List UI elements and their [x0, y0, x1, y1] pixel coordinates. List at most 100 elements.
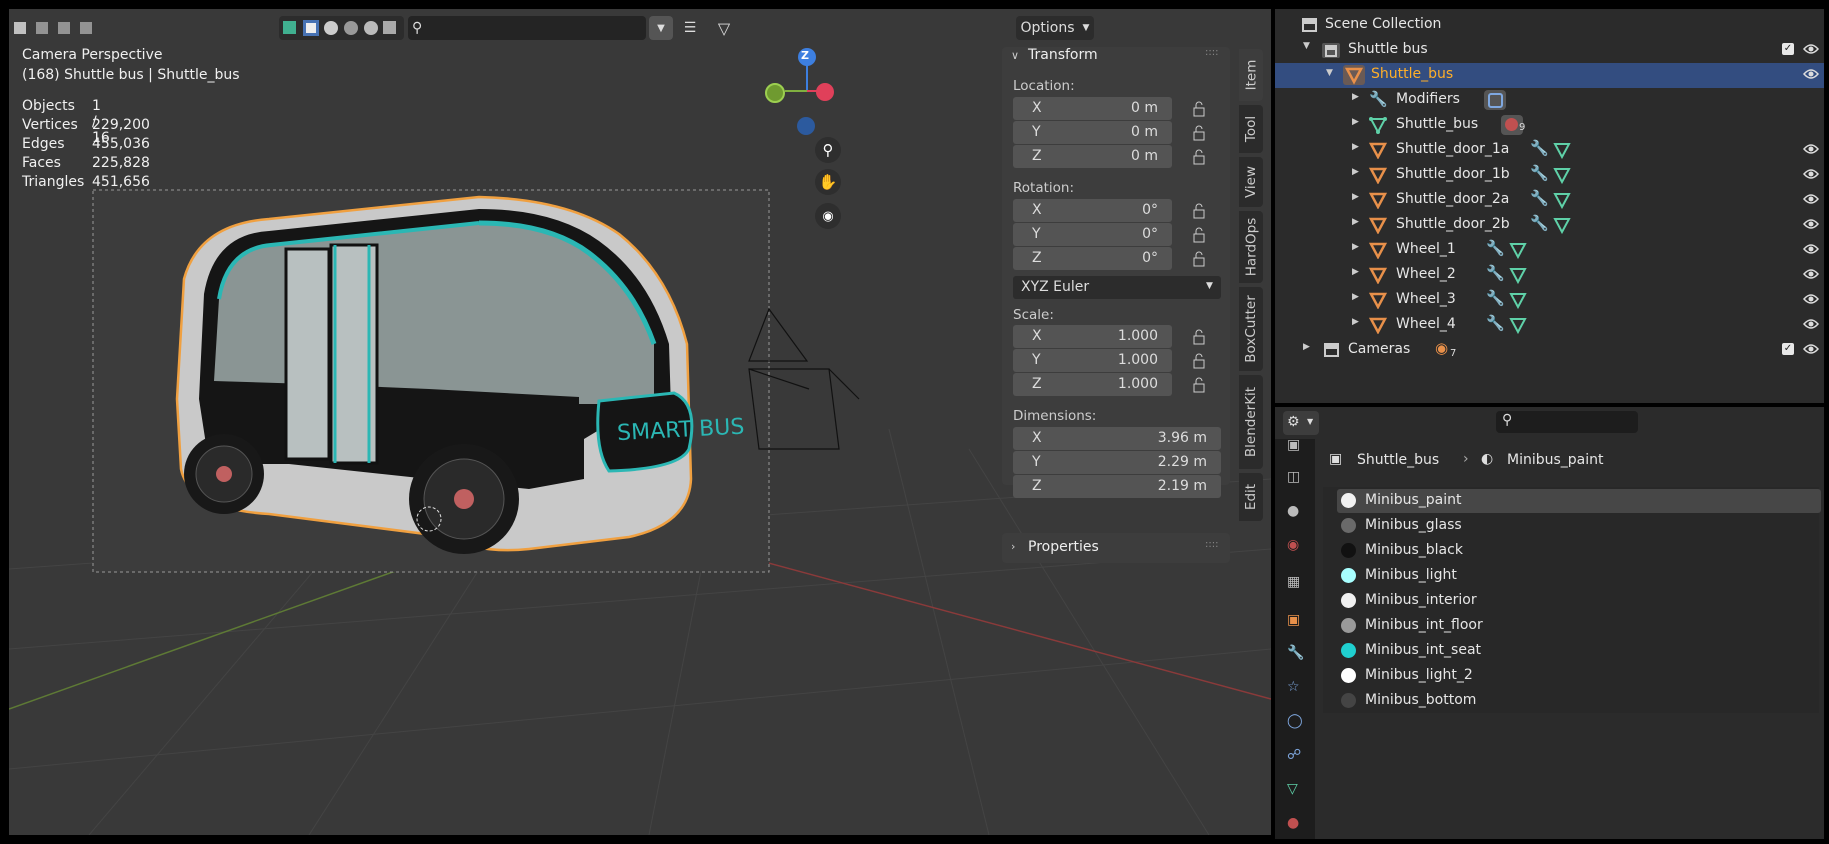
chevron-right-icon[interactable]: ▶: [1352, 317, 1359, 327]
material-slot[interactable]: Minibus_light: [1337, 564, 1821, 588]
camera-view-icon[interactable]: ◉: [815, 203, 841, 229]
chevron-right-icon[interactable]: ▶: [1352, 192, 1359, 202]
location-x-field[interactable]: X 0 m: [1013, 97, 1172, 120]
options-dropdown[interactable]: Options ▼: [1016, 16, 1094, 40]
editor-type-dropdown[interactable]: ⚙ ▼: [1283, 411, 1319, 435]
tab-boxcutter[interactable]: BoxCutter: [1239, 287, 1263, 371]
lock-icon[interactable]: [1192, 101, 1208, 117]
eye-icon[interactable]: [1803, 343, 1819, 355]
material-slot[interactable]: Minibus_bottom: [1337, 689, 1821, 713]
chevron-right-icon[interactable]: ▶: [1352, 167, 1359, 177]
rotation-y-field[interactable]: Y 0°: [1013, 223, 1172, 246]
output-tab-icon[interactable]: ◫: [1287, 469, 1305, 487]
physics-tab-icon[interactable]: ◯: [1287, 713, 1305, 731]
material-slot[interactable]: Minibus_black: [1337, 539, 1821, 563]
lock-icon[interactable]: [1192, 329, 1208, 345]
constraints-tab-icon[interactable]: ☍: [1287, 747, 1305, 765]
properties-search[interactable]: ⚲: [1496, 411, 1638, 433]
lock-icon[interactable]: [1192, 125, 1208, 141]
chevron-right-icon[interactable]: ▶: [1352, 242, 1359, 252]
lock-icon[interactable]: [1192, 149, 1208, 165]
lock-icon[interactable]: [1192, 377, 1208, 393]
outliner-row-wheel-2[interactable]: ▶ Wheel_2 🔧: [1275, 263, 1824, 288]
modifier-tab-icon[interactable]: 🔧: [1287, 645, 1305, 663]
properties-editor[interactable]: ⚙ ▼ ⚲ ▣ ◫ ● ◉ ▦ ▣ 🔧 ☆ ◯ ☍ ▽ ● ▣ Shuttle_…: [1271, 403, 1824, 839]
tab-edit[interactable]: Edit: [1239, 473, 1263, 521]
chevron-down-icon[interactable]: ▼: [1326, 68, 1333, 78]
material-slot[interactable]: Minibus_glass: [1337, 514, 1821, 538]
viewport-search[interactable]: ⚲: [408, 16, 646, 40]
rotation-mode-dropdown[interactable]: XYZ Euler ▼: [1013, 276, 1221, 299]
pan-hand-icon[interactable]: ✋: [815, 169, 841, 195]
outliner-row-door-1b[interactable]: ▶ Shuttle_door_1b 🔧: [1275, 163, 1824, 188]
chevron-down-icon[interactable]: ▼: [1303, 41, 1310, 51]
outliner-row-wheel-1[interactable]: ▶ Wheel_1 🔧: [1275, 238, 1824, 263]
eye-icon[interactable]: [1803, 243, 1819, 255]
material-slot-list[interactable]: Minibus_paint Minibus_glass Minibus_blac…: [1323, 487, 1821, 713]
lock-icon[interactable]: [1192, 227, 1208, 243]
chevron-right-icon[interactable]: ▶: [1352, 292, 1359, 302]
render-tab-icon[interactable]: ●: [1287, 503, 1305, 521]
eye-icon[interactable]: [1803, 318, 1819, 330]
outliner[interactable]: Scene Collection ▼ Shuttle bus ✓ ▼ Shutt…: [1271, 9, 1824, 403]
select-mode-buttons[interactable]: [9, 16, 101, 40]
outliner-row-modifiers[interactable]: ▶ 🔧 Modifiers: [1275, 88, 1824, 113]
location-z-field[interactable]: Z 0 m: [1013, 145, 1172, 168]
outliner-row-door-1a[interactable]: ▶ Shuttle_door_1a 🔧: [1275, 138, 1824, 163]
particles-tab-icon[interactable]: ☆: [1287, 679, 1305, 697]
dimensions-y-field[interactable]: Y 2.29 m: [1013, 451, 1221, 474]
outliner-row-shuttle-bus-collection[interactable]: ▼ Shuttle bus ✓: [1275, 38, 1824, 63]
data-tab-icon[interactable]: ▽: [1287, 781, 1305, 799]
scale-x-field[interactable]: X 1.000: [1013, 325, 1172, 348]
object-tab-icon[interactable]: ▣: [1287, 612, 1305, 630]
material-slot[interactable]: Minibus_light_2: [1337, 664, 1821, 688]
eye-icon[interactable]: [1803, 168, 1819, 180]
eye-icon[interactable]: [1803, 218, 1819, 230]
chevron-down-icon[interactable]: ∨: [1011, 49, 1019, 62]
rotation-z-field[interactable]: Z 0°: [1013, 247, 1172, 270]
outliner-row-wheel-3[interactable]: ▶ Wheel_3 🔧: [1275, 288, 1824, 313]
outliner-row-door-2b[interactable]: ▶ Shuttle_door_2b 🔧: [1275, 213, 1824, 238]
chevron-right-icon[interactable]: ▶: [1352, 117, 1359, 127]
filter-dropdown[interactable]: ▼: [649, 16, 673, 40]
shading-mode-buttons[interactable]: [279, 16, 404, 40]
drag-handle-icon[interactable]: ::::: [1205, 539, 1218, 550]
scale-y-field[interactable]: Y 1.000: [1013, 349, 1172, 372]
dimensions-x-field[interactable]: X 3.96 m: [1013, 427, 1221, 450]
chevron-right-icon[interactable]: ▶: [1352, 92, 1359, 102]
zoom-icon[interactable]: ⚲: [815, 137, 841, 163]
drag-handle-icon[interactable]: ::::: [1205, 47, 1218, 58]
material-slot[interactable]: Minibus_int_floor: [1337, 614, 1821, 638]
checkbox-icon[interactable]: ✓: [1782, 43, 1794, 55]
outliner-row-wheel-4[interactable]: ▶ Wheel_4 🔧: [1275, 313, 1824, 338]
world-tab-icon[interactable]: ◉: [1287, 537, 1305, 555]
eye-icon[interactable]: [1803, 43, 1819, 55]
tab-tool[interactable]: Tool: [1239, 105, 1263, 153]
outliner-row-shuttle-bus-object[interactable]: ▼ Shuttle_bus: [1275, 63, 1824, 88]
checkbox-icon[interactable]: ✓: [1782, 343, 1794, 355]
transform-title[interactable]: Transform: [1028, 47, 1098, 63]
location-y-field[interactable]: Y 0 m: [1013, 121, 1172, 144]
outliner-row-mesh-data[interactable]: ▶ Shuttle_bus 9: [1275, 113, 1824, 138]
lock-icon[interactable]: [1192, 353, 1208, 369]
outliner-row-door-2a[interactable]: ▶ Shuttle_door_2a 🔧: [1275, 188, 1824, 213]
tab-view[interactable]: View: [1239, 157, 1263, 207]
collection-tab-icon[interactable]: ▦: [1287, 574, 1305, 592]
eye-icon[interactable]: [1803, 193, 1819, 205]
funnel-icon[interactable]: ▽: [707, 16, 741, 40]
scale-z-field[interactable]: Z 1.000: [1013, 373, 1172, 396]
dimensions-z-field[interactable]: Z 2.19 m: [1013, 475, 1221, 498]
outliner-row-cameras-collection[interactable]: ▶ Cameras ◉ 7 ✓: [1275, 338, 1824, 363]
eye-icon[interactable]: [1803, 268, 1819, 280]
chevron-right-icon[interactable]: ▶: [1352, 142, 1359, 152]
search-input[interactable]: [422, 19, 627, 37]
rotation-x-field[interactable]: X 0°: [1013, 199, 1172, 222]
tab-item[interactable]: Item: [1239, 49, 1263, 101]
material-tab-icon[interactable]: ●: [1287, 815, 1305, 833]
outliner-row-scene-collection[interactable]: Scene Collection: [1275, 13, 1824, 38]
eye-icon[interactable]: [1803, 143, 1819, 155]
scene-tab-icon[interactable]: ▣: [1287, 437, 1305, 455]
material-slot[interactable]: Minibus_interior: [1337, 589, 1821, 613]
tab-hardops[interactable]: HardOps: [1239, 211, 1263, 283]
sort-icon[interactable]: ☰: [675, 16, 705, 40]
